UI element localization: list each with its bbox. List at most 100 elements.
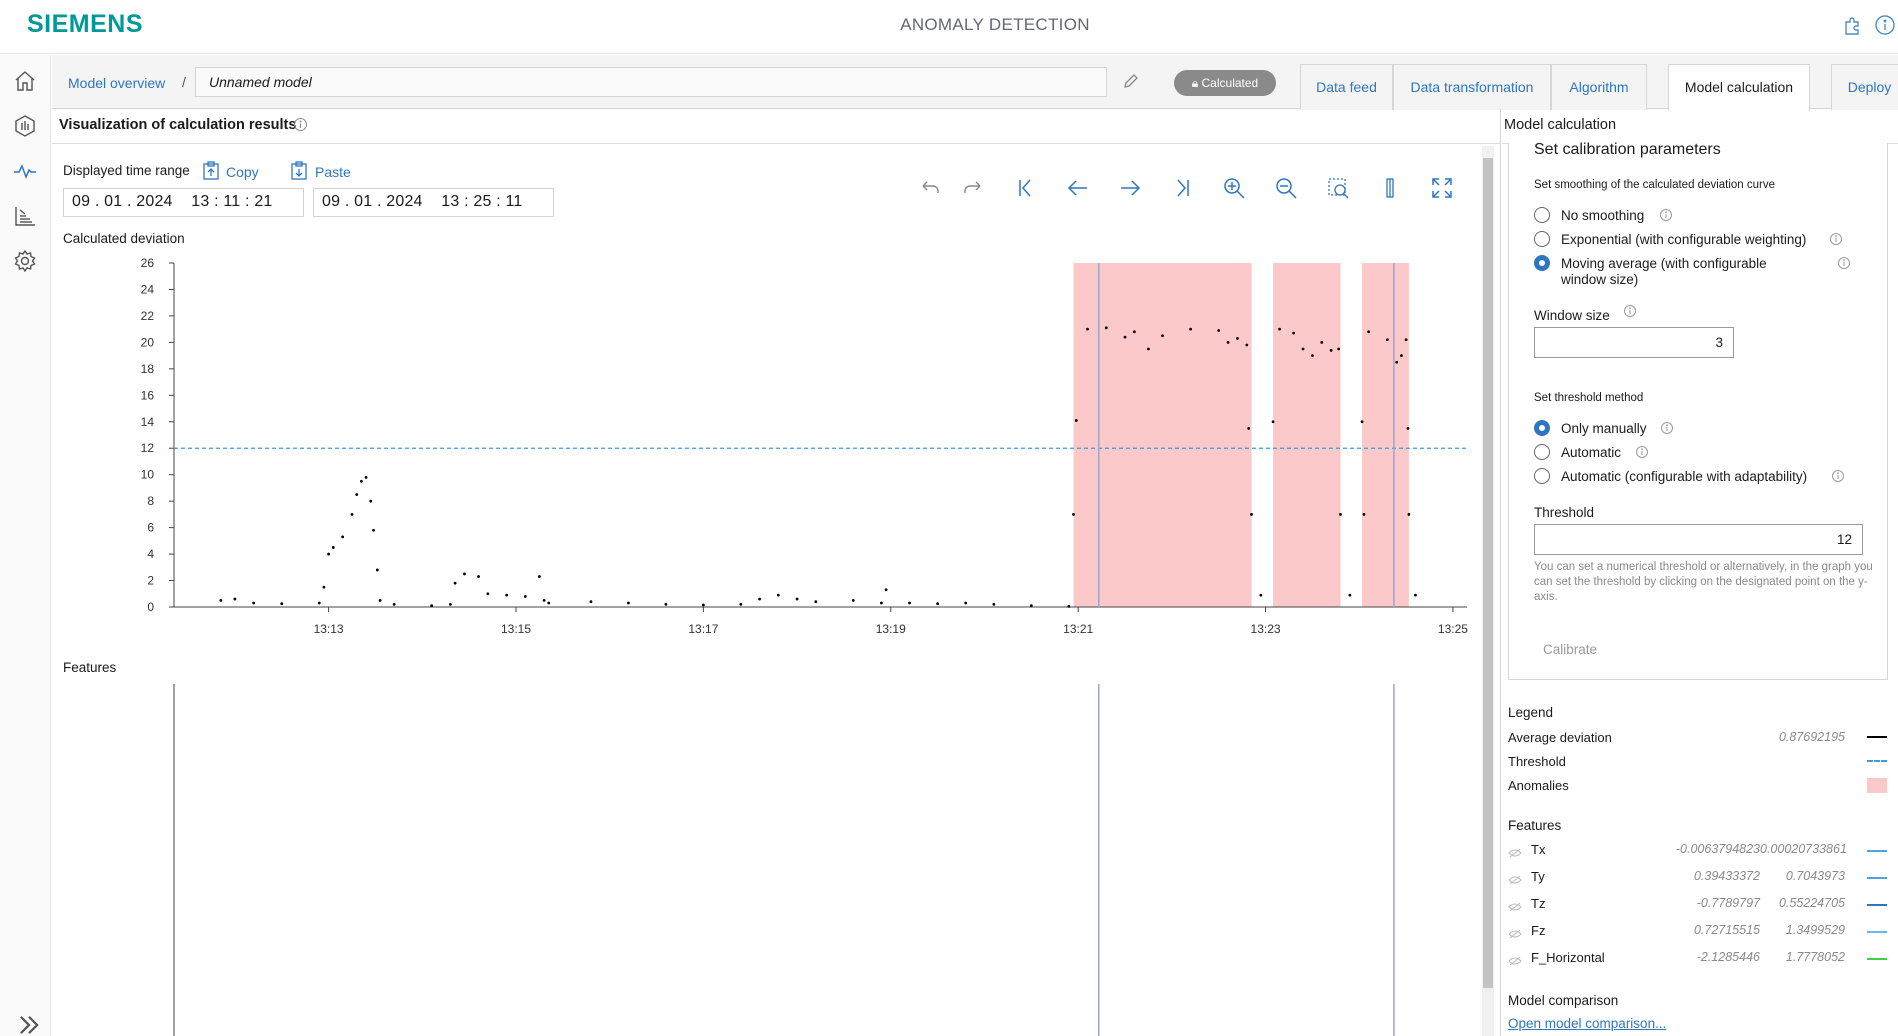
data-point <box>505 593 509 597</box>
data-point <box>1337 347 1341 351</box>
info-icon[interactable] <box>1623 304 1637 318</box>
calibrate-button[interactable]: Calibrate <box>1543 642 1597 657</box>
radio-exponential[interactable] <box>1534 231 1550 247</box>
open-model-comparison-link[interactable]: Open model comparison... <box>1508 1016 1666 1031</box>
cursor-icon[interactable] <box>1378 176 1402 200</box>
tab-data-feed[interactable]: Data feed <box>1300 64 1393 110</box>
chart-bar-icon[interactable] <box>12 203 38 229</box>
data-point <box>884 588 888 592</box>
window-size-input[interactable]: 3 <box>1534 327 1734 358</box>
info-icon[interactable] <box>1874 14 1896 36</box>
eye-hidden-icon[interactable] <box>1508 845 1522 858</box>
data-point <box>1400 354 1403 358</box>
data-point <box>486 592 490 596</box>
eye-hidden-icon[interactable] <box>1508 953 1522 966</box>
jump-end-icon[interactable] <box>1170 176 1194 200</box>
features-chart-label: Features <box>63 660 117 675</box>
data-point <box>378 598 382 602</box>
data-point <box>1407 512 1411 516</box>
data-point <box>1320 340 1324 344</box>
eye-hidden-icon[interactable] <box>1508 872 1522 885</box>
start-datetime-input[interactable]: 09 . 01 . 2024 13 : 11 : 21 <box>63 188 304 217</box>
data-point <box>1404 338 1408 342</box>
expand-icon[interactable] <box>16 1012 39 1034</box>
data-point <box>1067 604 1071 608</box>
redo-icon[interactable] <box>961 176 985 200</box>
section-title: Set calibration parameters <box>1534 141 1721 158</box>
y-tick-label: 4 <box>147 547 154 561</box>
info-icon[interactable] <box>1829 232 1843 246</box>
tab-model-calculation[interactable]: Model calculation <box>1668 64 1810 111</box>
model-name-field[interactable]: Unnamed model <box>195 67 1107 97</box>
tab-deploy[interactable]: Deploy <box>1831 64 1898 110</box>
info-icon[interactable] <box>1831 469 1845 483</box>
data-point <box>880 601 883 605</box>
panel-splitter[interactable] <box>1500 109 1501 1036</box>
legend-swatch-threshold <box>1867 760 1887 762</box>
y-tick-label: 16 <box>141 388 155 402</box>
data-point <box>795 597 799 601</box>
end-datetime-input[interactable]: 09 . 01 . 2024 13 : 25 : 11 <box>313 188 554 217</box>
fullscreen-icon[interactable] <box>1430 176 1454 200</box>
right-panel-title: Model calculation <box>1504 117 1617 133</box>
analysis-icon[interactable] <box>12 113 38 139</box>
paste-icon[interactable] <box>290 160 308 180</box>
radio-moving-average-label-line2: window size) <box>1561 272 1639 287</box>
eye-hidden-icon[interactable] <box>1508 899 1522 912</box>
radio-moving-average[interactable] <box>1534 255 1550 271</box>
copy-icon[interactable] <box>202 160 220 180</box>
zoom-in-icon[interactable] <box>1222 176 1246 200</box>
y-tick-label: 24 <box>141 282 155 296</box>
pulse-icon[interactable] <box>12 158 38 184</box>
eye-hidden-icon[interactable] <box>1508 926 1522 939</box>
radio-no-smoothing[interactable] <box>1534 207 1550 223</box>
jump-start-icon[interactable] <box>1014 176 1038 200</box>
paste-button[interactable]: Paste <box>315 164 351 180</box>
data-point <box>372 528 375 532</box>
gear-icon[interactable] <box>12 248 38 274</box>
undo-icon[interactable] <box>918 176 942 200</box>
info-icon[interactable] <box>1635 445 1649 459</box>
info-icon[interactable] <box>1660 421 1674 435</box>
info-icon[interactable] <box>293 117 308 132</box>
top-bar: SIEMENS ANOMALY DETECTION <box>0 0 1898 54</box>
puzzle-icon[interactable] <box>1841 14 1863 36</box>
legend-title: Legend <box>1508 705 1554 720</box>
radio-only-manually[interactable] <box>1534 420 1550 436</box>
data-point <box>1259 593 1263 597</box>
breadcrumb-model-overview[interactable]: Model overview <box>68 75 165 91</box>
threshold-input[interactable]: 12 <box>1534 524 1863 555</box>
threshold-method-label: Set threshold method <box>1534 392 1644 404</box>
radio-automatic-label: Automatic <box>1561 445 1622 460</box>
info-icon[interactable] <box>1659 208 1673 222</box>
legend-item-average-deviation: Average deviation <box>1508 730 1612 745</box>
zoom-out-icon[interactable] <box>1274 176 1298 200</box>
info-icon[interactable] <box>1837 256 1851 270</box>
data-point <box>739 602 743 606</box>
data-point <box>1250 512 1253 516</box>
feature-swatch <box>1867 958 1887 960</box>
scrollbar-thumb[interactable] <box>1483 158 1493 988</box>
radio-automatic[interactable] <box>1534 444 1550 460</box>
data-point <box>1161 334 1164 338</box>
feature-max: 1.7778052 <box>1785 950 1845 964</box>
radio-automatic-adaptive[interactable] <box>1534 468 1550 484</box>
pencil-icon[interactable] <box>1122 72 1140 90</box>
deviation-chart-label: Calculated deviation <box>63 231 185 246</box>
home-icon[interactable] <box>12 68 38 94</box>
tab-algorithm[interactable]: Algorithm <box>1551 64 1647 110</box>
tab-data-transformation[interactable]: Data transformation <box>1393 64 1551 110</box>
data-point <box>1226 340 1230 344</box>
data-point <box>317 601 321 605</box>
data-point <box>355 493 359 496</box>
copy-button[interactable]: Copy <box>226 164 259 180</box>
deviation-chart[interactable]: 0246810121416182022242613:13 13:15 13:17 13… <box>52 245 1472 655</box>
arrow-right-icon[interactable] <box>1118 176 1142 200</box>
data-point <box>392 602 396 606</box>
features-chart[interactable] <box>52 684 1472 1036</box>
data-point <box>1147 347 1150 351</box>
anomaly-band <box>1362 263 1409 607</box>
y-tick-label: 0 <box>147 600 154 614</box>
arrow-left-icon[interactable] <box>1066 176 1090 200</box>
zoom-area-icon[interactable] <box>1326 176 1350 200</box>
